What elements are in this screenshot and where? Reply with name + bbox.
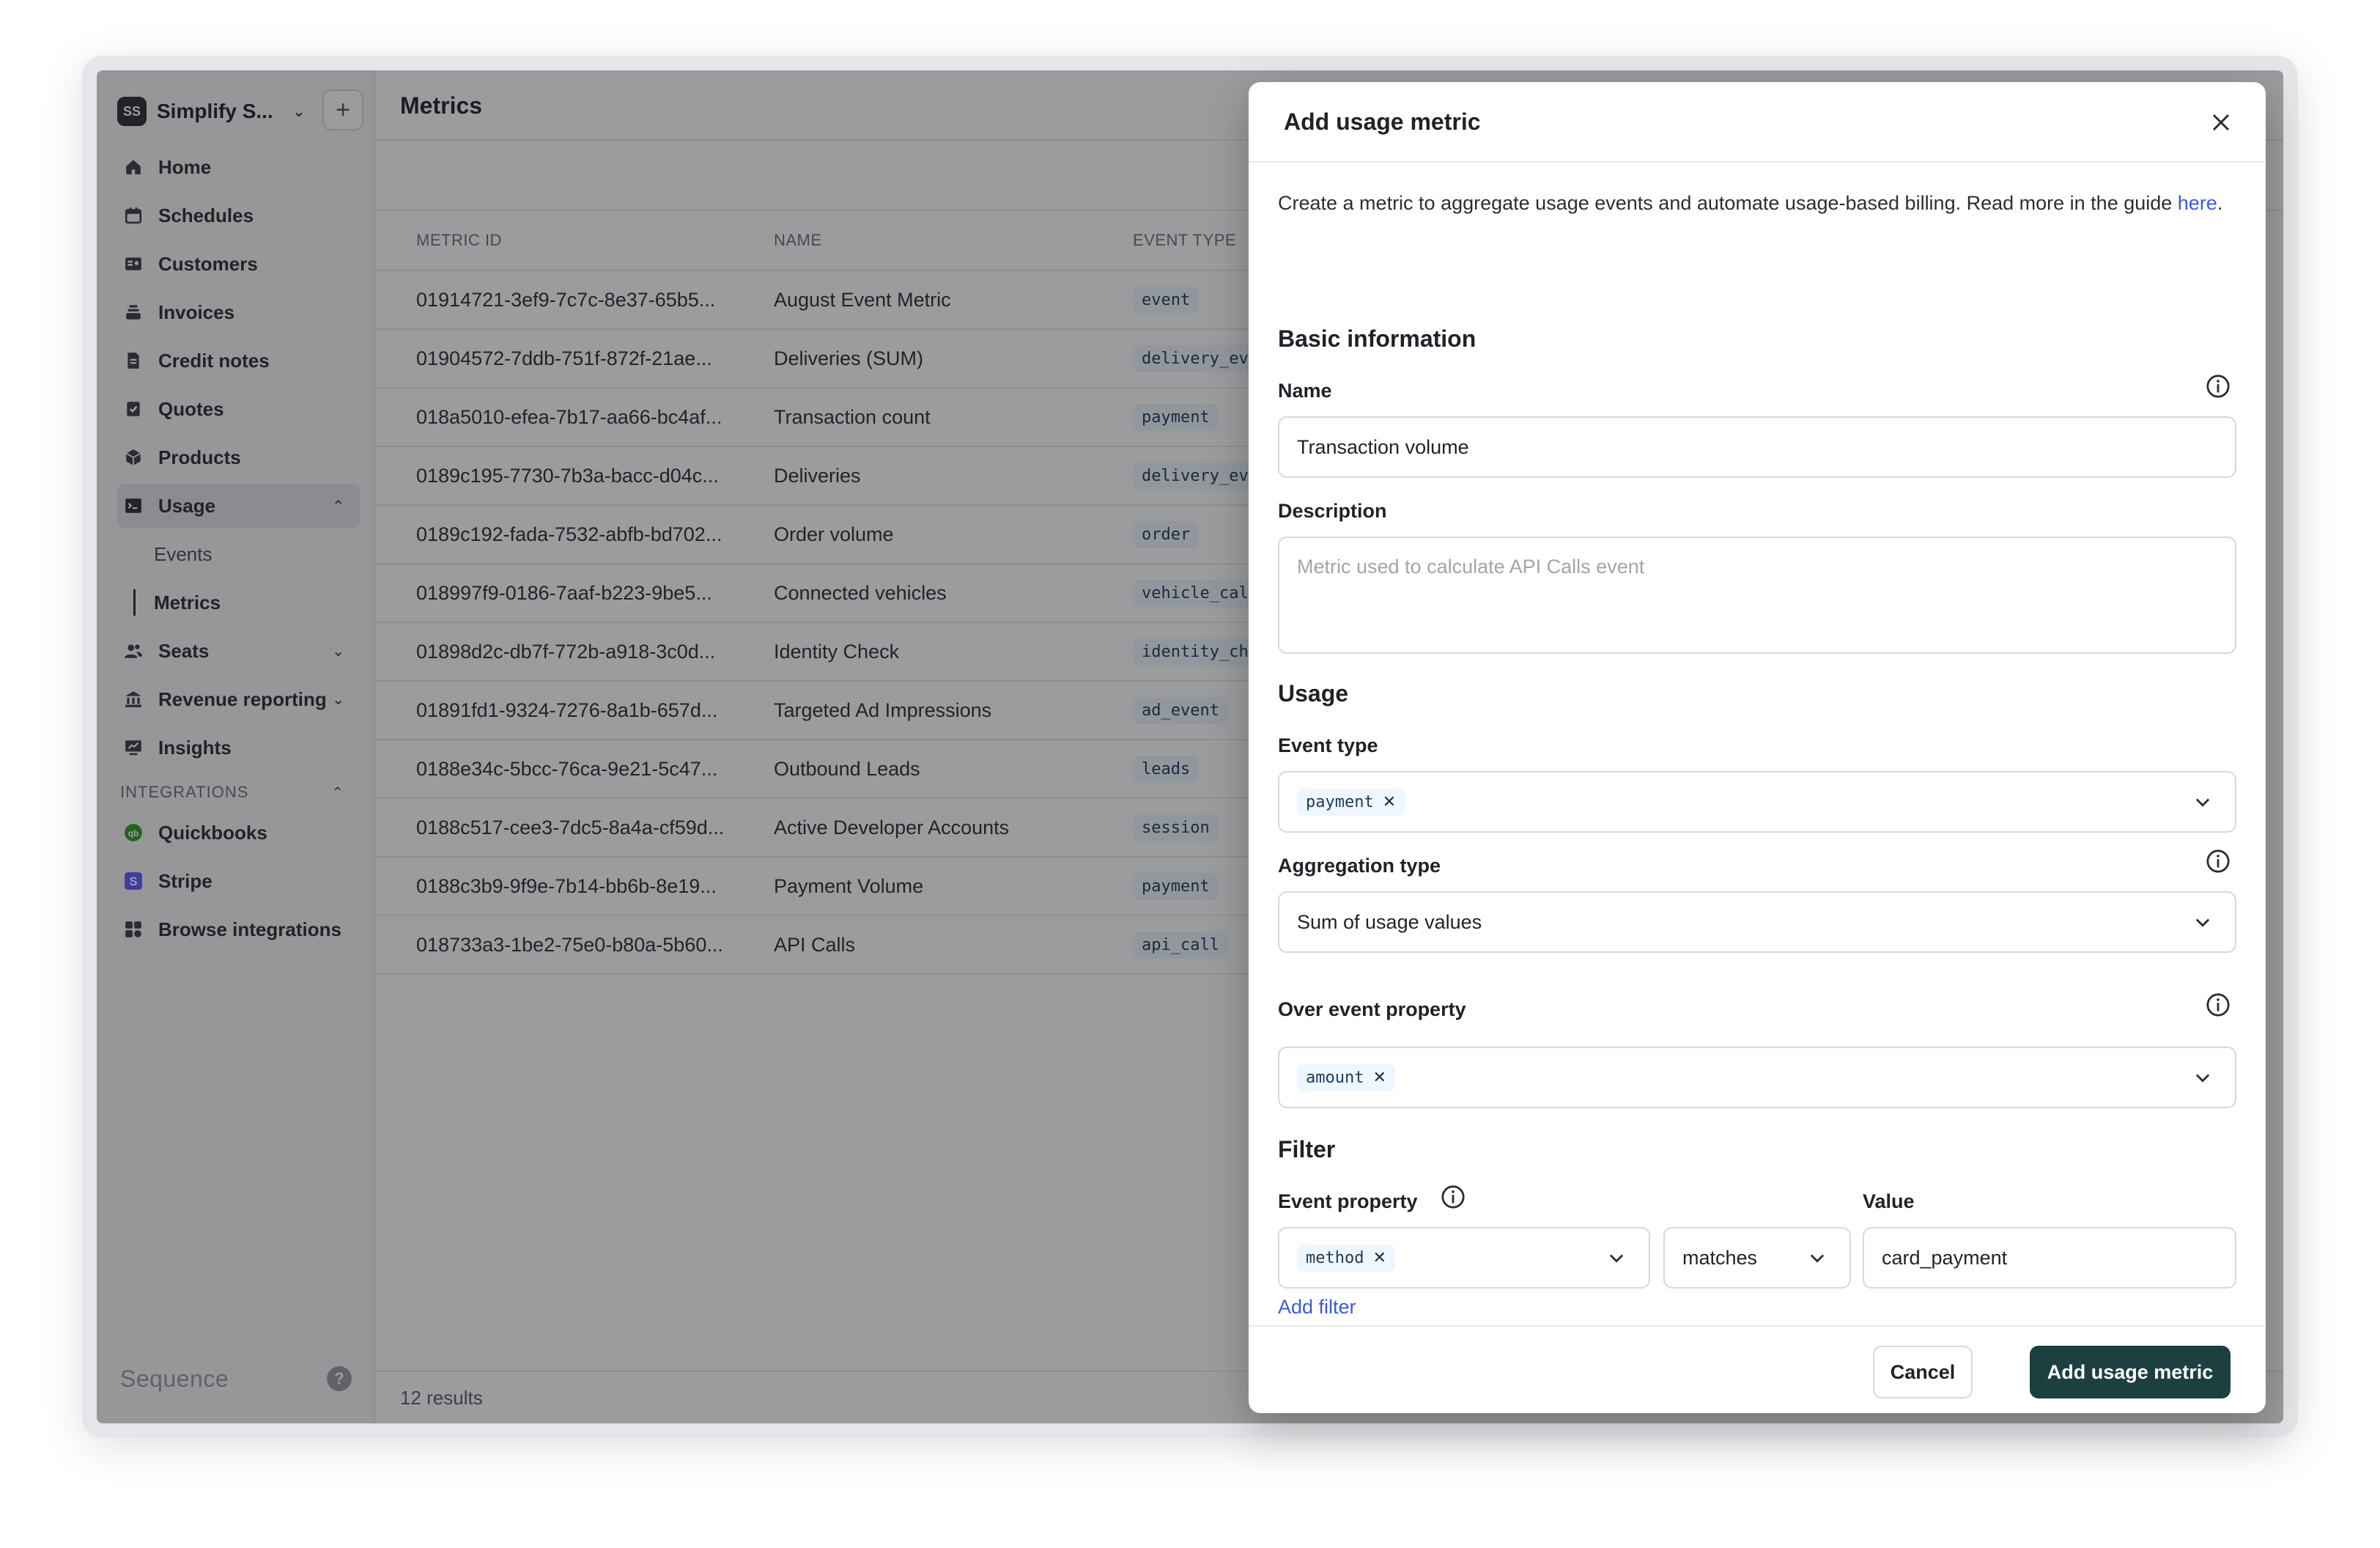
over-event-property-select[interactable]: amount ✕ <box>1278 1047 2236 1108</box>
info-icon[interactable] <box>2206 992 2231 1017</box>
modal-header: Add usage metric <box>1249 82 2266 163</box>
close-icon <box>2212 114 2230 131</box>
filter-heading: Filter <box>1278 1136 1336 1162</box>
description-label: Description <box>1278 500 1387 522</box>
aggregation-value: Sum of usage values <box>1297 910 1482 933</box>
operator-select[interactable]: matches <box>1663 1227 1851 1289</box>
remove-chip-icon[interactable]: ✕ <box>1383 793 1396 811</box>
name-label: Name <box>1278 380 1332 402</box>
info-icon[interactable] <box>2206 849 2231 874</box>
info-icon[interactable] <box>1441 1184 1466 1209</box>
event-type-select[interactable]: payment ✕ <box>1278 771 2236 833</box>
value-label: Value <box>1863 1190 1915 1212</box>
event-property-select[interactable]: method ✕ <box>1278 1227 1650 1289</box>
add-filter-link[interactable]: Add filter <box>1278 1296 1356 1319</box>
modal-footer: Cancel Add usage metric <box>1249 1325 2266 1413</box>
usage-heading: Usage <box>1278 680 1349 707</box>
filter-value: card_payment <box>1882 1246 2008 1269</box>
intro-text: Create a metric to aggregate usage event… <box>1278 192 2178 214</box>
chevron-down-icon <box>2195 1074 2210 1083</box>
event-property-label: Event property <box>1278 1190 1418 1212</box>
info-icon[interactable] <box>2206 374 2231 399</box>
modal-intro: Create a metric to aggregate usage event… <box>1278 192 2236 215</box>
remove-chip-icon[interactable]: ✕ <box>1372 1249 1386 1267</box>
event-property-chip: method ✕ <box>1297 1244 1395 1272</box>
filter-value-input[interactable]: card_payment <box>1863 1227 2236 1289</box>
operator-value: matches <box>1682 1246 1758 1269</box>
close-button[interactable] <box>2204 106 2238 139</box>
guide-link[interactable]: here <box>2178 192 2217 214</box>
chip-label: method <box>1306 1248 1364 1267</box>
add-usage-metric-button[interactable]: Add usage metric <box>2030 1346 2231 1398</box>
chevron-down-icon <box>1609 1254 1624 1263</box>
modal-body: Create a metric to aggregate usage event… <box>1278 163 2236 1318</box>
description-textarea[interactable]: Metric used to calculate API Calls event <box>1278 537 2236 654</box>
over-event-property-label: Over event property <box>1278 998 1466 1020</box>
aggregation-type-label: Aggregation type <box>1278 855 1441 877</box>
description-placeholder: Metric used to calculate API Calls event <box>1297 556 1645 578</box>
chevron-down-icon <box>2195 918 2210 927</box>
chevron-down-icon <box>1810 1254 1825 1263</box>
add-usage-metric-modal: Add usage metric Create a metric to aggr… <box>1249 82 2266 1413</box>
name-input[interactable]: Transaction volume <box>1278 416 2236 478</box>
event-type-chip: payment ✕ <box>1297 788 1405 816</box>
intro-end: . <box>2217 192 2223 214</box>
event-type-label: Event type <box>1278 734 1378 756</box>
basic-info-heading: Basic information <box>1278 325 1477 352</box>
chip-label: amount <box>1306 1068 1364 1087</box>
modal-title: Add usage metric <box>1284 108 1481 135</box>
over-property-chip: amount ✕ <box>1297 1064 1395 1091</box>
name-input-value: Transaction volume <box>1297 435 1469 458</box>
cancel-button[interactable]: Cancel <box>1873 1346 1973 1398</box>
remove-chip-icon[interactable]: ✕ <box>1372 1069 1386 1087</box>
aggregation-type-select[interactable]: Sum of usage values <box>1278 891 2236 953</box>
chevron-down-icon <box>2195 798 2210 807</box>
chip-label: payment <box>1306 792 1374 811</box>
